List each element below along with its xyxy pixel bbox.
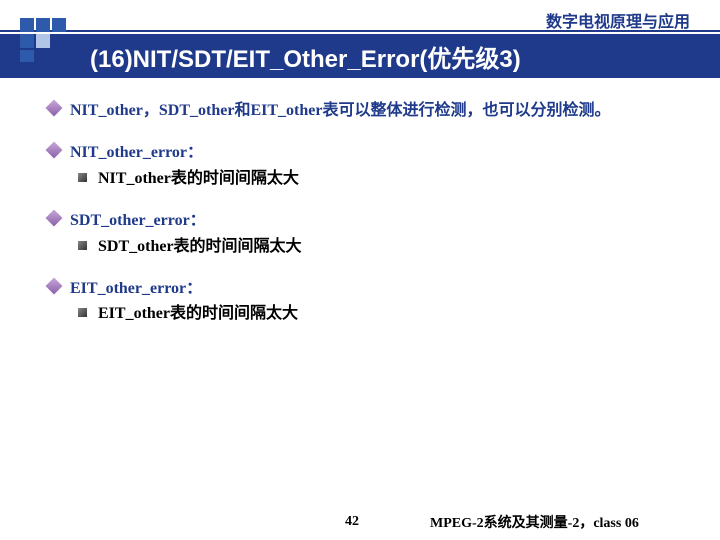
bullet-item: SDT_other_error： SDT_other表的时间间隔太大 — [70, 210, 670, 258]
bullet-item: NIT_other_error： NIT_other表的时间间隔太大 — [70, 142, 670, 190]
diamond-bullet-icon — [46, 100, 63, 117]
diamond-bullet-icon — [46, 142, 63, 159]
sub-text: SDT_other表的时间间隔太大 — [98, 238, 302, 255]
diamond-bullet-icon — [46, 210, 63, 227]
square-bullet-icon — [78, 308, 87, 317]
header-course-title: 数字电视原理与应用 — [546, 8, 690, 32]
square-bullet-icon — [78, 173, 87, 182]
sub-item: SDT_other表的时间间隔太大 — [98, 236, 670, 258]
header-underline — [0, 30, 720, 32]
bullet-text: NIT_other_error： — [70, 144, 203, 161]
title-bar: (16)NIT/SDT/EIT_Other_Error(优先级3) — [0, 34, 720, 78]
bullet-text: SDT_other_error： — [70, 212, 206, 229]
diamond-bullet-icon — [46, 277, 63, 294]
page-number: 42 — [345, 514, 359, 530]
bullet-text: NIT_other，SDT_other和EIT_other表可以整体进行检测，也… — [70, 102, 610, 119]
sub-text: EIT_other表的时间间隔太大 — [98, 305, 298, 322]
content-area: NIT_other，SDT_other和EIT_other表可以整体进行检测，也… — [70, 100, 670, 346]
bullet-item: EIT_other_error： EIT_other表的时间间隔太大 — [70, 278, 670, 326]
slide-logo — [20, 18, 80, 62]
bullet-text: EIT_other_error： — [70, 280, 202, 297]
slide-title: (16)NIT/SDT/EIT_Other_Error(优先级3) — [90, 39, 521, 74]
sub-item: NIT_other表的时间间隔太大 — [98, 168, 670, 190]
square-bullet-icon — [78, 241, 87, 250]
bullet-item: NIT_other，SDT_other和EIT_other表可以整体进行检测，也… — [70, 100, 670, 122]
sub-item: EIT_other表的时间间隔太大 — [98, 303, 670, 325]
sub-text: NIT_other表的时间间隔太大 — [98, 170, 299, 187]
footer-text: MPEG-2系统及其测量-2，class 06 — [430, 512, 639, 532]
